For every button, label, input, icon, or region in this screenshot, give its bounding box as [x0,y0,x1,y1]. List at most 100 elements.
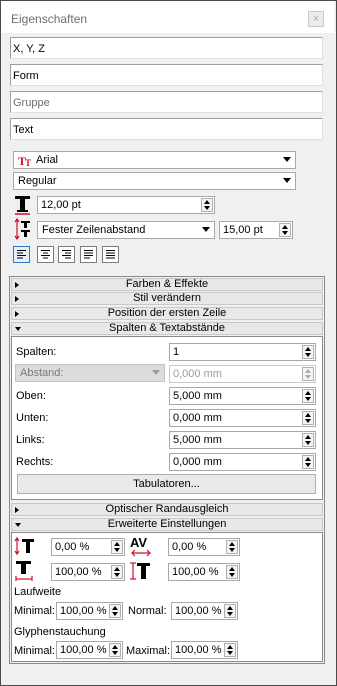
laufweite-minimal-input[interactable]: 100,00 % [56,602,123,620]
glyph-minimal-input[interactable]: 100,00 % [56,641,123,659]
spalten-label: Spalten: [16,346,57,358]
laufweite-normal-stepper[interactable] [224,604,236,618]
glyph-minimal-label: Minimal: [14,645,55,657]
laufweite-normal-label: Normal: [128,605,167,617]
links-input[interactable]: 5,000 mm [169,431,316,449]
font-size-icon [14,195,32,218]
laufweite-normal-value: 100,00 % [175,605,222,617]
align-force-justify-icon [106,250,115,259]
vertical-scale-icon [130,560,152,585]
section-gruppe[interactable]: Gruppe [10,91,323,113]
baseline-offset-stepper[interactable] [111,540,123,554]
collapsible-label: Position der ersten Zeile [107,307,227,319]
line-spacing-mode-value: Fester Zeilenabstand [42,224,146,236]
tracking-kerning-stepper[interactable] [226,540,238,554]
chevron-down-icon [283,178,291,183]
baseline-offset-input[interactable]: 0,00 % [51,538,125,556]
close-icon[interactable]: × [308,11,324,27]
collapsible-stil-veraendern[interactable]: Stil verändern [11,292,323,305]
horizontal-scale-value: 100,00 % [55,566,102,578]
unten-label: Unten: [16,412,49,424]
links-stepper[interactable] [302,433,314,447]
truetype-font-icon: T T [18,154,34,170]
tabulatoren-button[interactable]: Tabulatoren... [17,474,316,494]
align-center-button[interactable] [37,246,54,263]
align-left-icon [17,250,26,259]
links-value: 5,000 mm [173,434,222,446]
glyph-maximal-label: Maximal: [126,645,171,657]
horizontal-scale-input[interactable]: 100,00 % [51,563,125,581]
laufweite-minimal-value: 100,00 % [60,605,107,617]
rechts-input[interactable]: 0,000 mm [169,453,316,471]
collapsible-position-erste-zeile[interactable]: Position der ersten Zeile [11,307,323,320]
expand-arrow-icon [15,311,19,317]
align-justify-button[interactable] [80,246,97,263]
laufweite-normal-input[interactable]: 100,00 % [171,602,238,620]
glyph-maximal-stepper[interactable] [224,643,236,657]
links-label: Links: [16,434,45,446]
vertical-scale-value: 100,00 % [172,566,219,578]
collapsible-erweiterte-einstellungen[interactable]: Erweiterte Einstellungen [11,518,323,531]
unten-value: 0,000 mm [173,412,222,424]
tracking-kerning-input[interactable]: 0,00 % [168,538,240,556]
spalten-input[interactable]: 1 [169,343,316,361]
oben-label: Oben: [16,390,46,402]
font-size-input[interactable]: 12,00 pt [37,196,215,214]
laufweite-label: Laufweite [14,586,62,598]
line-spacing-stepper[interactable] [279,223,291,237]
tracking-kerning-value: 0,00 % [172,541,207,553]
expand-arrow-icon [15,296,19,302]
align-right-icon [62,250,71,259]
glyph-minimal-stepper[interactable] [109,643,121,657]
horizontal-scale-icon [14,560,36,585]
line-spacing-mode-select[interactable]: Fester Zeilenabstand [37,221,215,239]
font-size-stepper[interactable] [201,198,213,212]
line-spacing-icon [14,217,32,243]
chevron-down-icon [202,227,210,232]
font-family-select[interactable]: T T Arial [13,151,296,169]
rechts-value: 0,000 mm [173,456,222,468]
align-left-button[interactable] [13,246,30,263]
abstand-stepper[interactable] [302,367,314,381]
baseline-offset-icon [14,536,36,559]
collapse-arrow-icon [15,327,21,331]
unten-input[interactable]: 0,000 mm [169,409,316,427]
horizontal-scale-stepper[interactable] [111,565,123,579]
spalten-stepper[interactable] [302,345,314,359]
rechts-label: Rechts: [16,456,54,468]
unten-stepper[interactable] [302,411,314,425]
chevron-down-icon [152,370,160,375]
baseline-offset-value: 0,00 % [55,541,90,553]
title-bar: Eigenschaften × [1,1,334,33]
align-justify-icon [84,250,93,259]
vertical-scale-stepper[interactable] [226,565,238,579]
vertical-scale-input[interactable]: 100,00 % [168,563,240,581]
align-force-justify-button[interactable] [102,246,119,263]
collapsible-label: Farben & Effekte [125,278,209,290]
oben-input[interactable]: 5,000 mm [169,387,316,405]
glyph-maximal-value: 100,00 % [175,644,222,656]
laufweite-minimal-stepper[interactable] [109,604,121,618]
glyph-maximal-input[interactable]: 100,00 % [171,641,238,659]
section-xyz[interactable]: X, Y, Z [10,37,323,59]
spalten-value: 1 [173,346,180,358]
collapsible-farben-effekte[interactable]: Farben & Effekte [11,278,323,291]
font-size-value: 12,00 pt [41,199,81,211]
svg-text:T: T [25,158,31,167]
collapsible-label: Erweiterte Einstellungen [107,518,227,530]
oben-stepper[interactable] [302,389,314,403]
line-spacing-input[interactable]: 15,00 pt [219,221,293,239]
oben-value: 5,000 mm [173,390,222,402]
font-style-select[interactable]: Regular [13,172,296,190]
rechts-stepper[interactable] [302,455,314,469]
abstand-label: Abstand: [20,367,64,379]
line-spacing-value: 15,00 pt [223,224,263,236]
section-text[interactable]: Text [10,118,323,140]
section-form[interactable]: Form [10,64,323,86]
abstand-select[interactable]: Abstand: [15,364,165,382]
abstand-input[interactable]: 0,000 mm [169,365,316,383]
collapsible-spalten-textabstaende[interactable]: Spalten & Textabstände [11,322,323,335]
align-center-icon [41,250,50,259]
align-right-button[interactable] [58,246,75,263]
collapsible-optischer-randausgleich[interactable]: Optischer Randausgleich [11,503,323,516]
